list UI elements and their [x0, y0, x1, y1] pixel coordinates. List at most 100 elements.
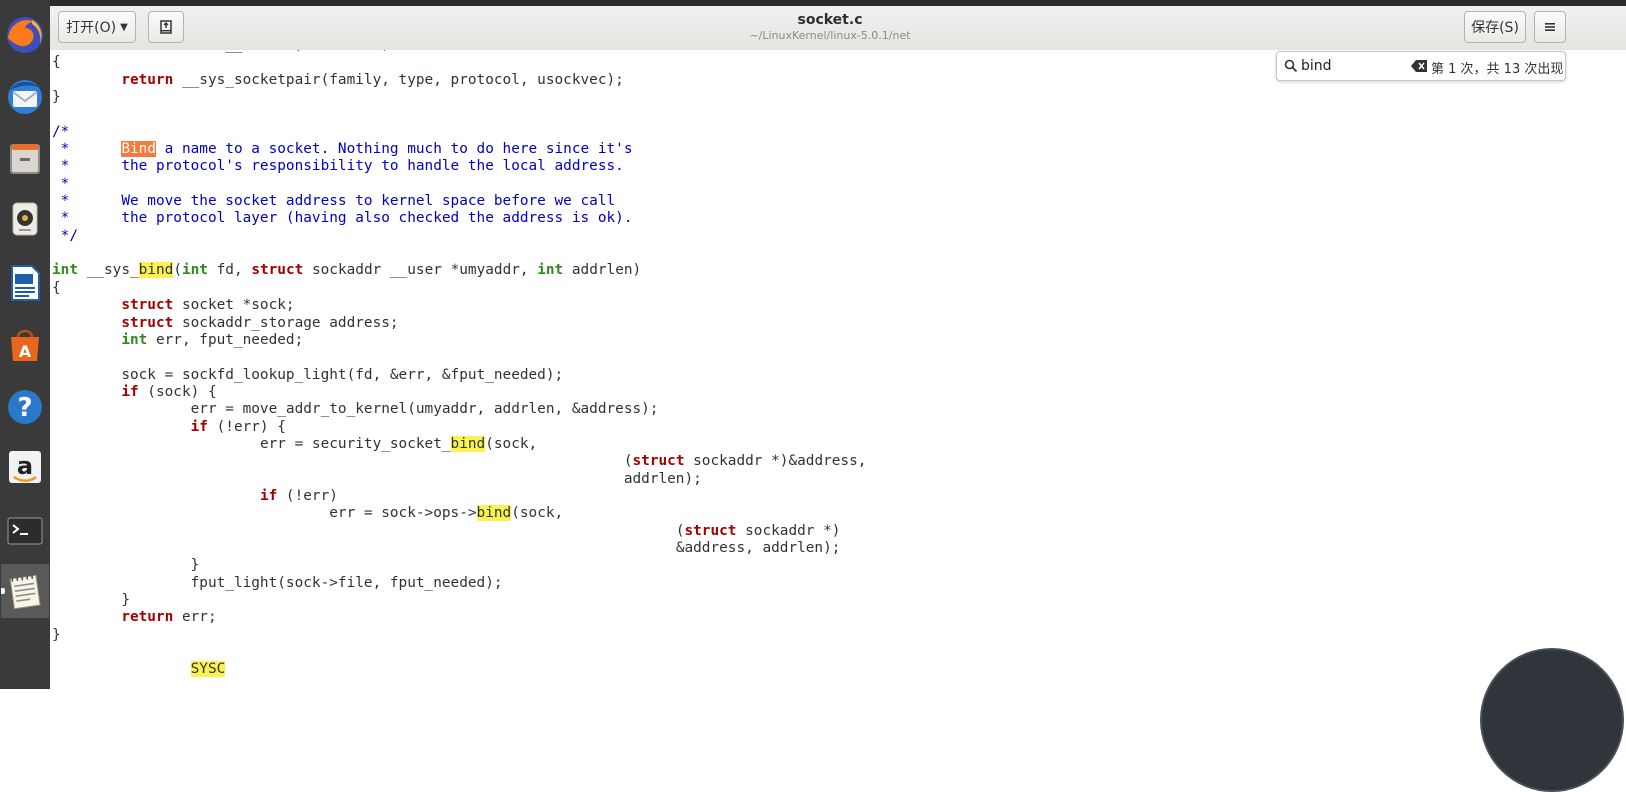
code-token: if — [259, 487, 278, 504]
amazon-icon[interactable]: a — [1, 440, 49, 494]
code-line: if (!err) — [52, 488, 866, 505]
code-line: err = move_addr_to_kernel(umyaddr, addrl… — [52, 401, 866, 418]
clear-search-icon[interactable] — [1411, 60, 1427, 72]
new-document-button[interactable] — [148, 11, 184, 43]
code-token: struct — [121, 314, 174, 331]
code-line: err = sock->ops->bind(sock, — [52, 505, 866, 522]
code-token: sockaddr *)&address, — [684, 453, 867, 470]
code-line: /* — [52, 124, 866, 141]
code-line: if (sock) { — [52, 384, 866, 401]
code-line: */ — [52, 228, 866, 245]
code-token: return — [121, 609, 174, 626]
code-token: int — [537, 262, 564, 279]
code-line: * the protocol layer (having also checke… — [52, 210, 866, 227]
code-token: * — [52, 141, 122, 158]
new-document-icon — [160, 20, 172, 34]
code-token: __user *, usockvec) — [217, 50, 390, 53]
code-line: * Bind a name to a socket. Nothing much … — [52, 141, 866, 158]
code-token: sockaddr_storage address; — [173, 314, 399, 331]
open-button[interactable]: 打开(O) ▼ — [58, 11, 136, 43]
code-token: sock = sockfd_lookup_light(fd, &err, &fp… — [52, 366, 564, 383]
software-center-icon[interactable]: A — [1, 318, 49, 372]
search-input[interactable] — [1301, 57, 1411, 75]
code-token: (sock, — [485, 435, 538, 452]
save-button[interactable]: 保存(S) — [1464, 11, 1526, 43]
code-token: (sock, — [511, 505, 564, 522]
search-icon — [1284, 59, 1298, 73]
code-line: { — [52, 54, 866, 71]
code-line: sock = sockfd_lookup_light(fd, &err, &fp… — [52, 367, 866, 384]
document-title: socket.c — [797, 12, 863, 28]
code-line: if (!err) { — [52, 419, 866, 436]
search-bar: 第 1 次，共 13 次出现 — [1276, 51, 1566, 81]
code-line: (struct sockaddr *) — [52, 523, 866, 540]
code-token: err = sock->ops-> — [52, 505, 477, 522]
hamburger-menu-icon — [1545, 23, 1555, 31]
code-line: int __sys_bind(int fd, struct sockaddr _… — [52, 262, 866, 279]
firefox-icon[interactable] — [1, 8, 49, 62]
code-token: sockaddr *) — [736, 522, 841, 539]
code-token: struct — [632, 453, 685, 470]
search-match: SYSC — [190, 661, 226, 678]
code-token: { — [52, 279, 61, 296]
help-icon[interactable]: ? — [1, 380, 49, 434]
code-token: (!err) — [277, 487, 338, 504]
svg-text:A: A — [19, 342, 32, 361]
code-token: err, fput_needed; — [147, 331, 304, 348]
code-token: (sock) { — [138, 383, 217, 400]
code-line: fput_light(sock->file, fput_needed); — [52, 575, 866, 592]
code-token: sockaddr __user *umyaddr, — [303, 262, 538, 279]
chevron-down-icon: ▼ — [120, 21, 128, 33]
code-token: } — [52, 626, 61, 643]
search-match: bind — [476, 505, 512, 522]
text-editor-icon[interactable] — [1, 564, 49, 618]
code-token: socket *sock; — [173, 297, 295, 314]
code-line: { — [52, 280, 866, 297]
code-line: * — [52, 176, 866, 193]
files-icon[interactable] — [1, 132, 49, 186]
code-token: &address, addrlen); — [52, 539, 841, 556]
svg-text:a: a — [17, 452, 33, 480]
terminal-icon[interactable] — [1, 504, 49, 558]
writer-icon[interactable] — [1, 256, 49, 310]
code-token: /* — [52, 123, 70, 140]
launcher-dock: A ? a — [0, 0, 51, 689]
save-button-label: 保存(S) — [1471, 20, 1519, 36]
code-token: { — [52, 54, 61, 71]
code-token: * We move the socket address to kernel s… — [52, 193, 616, 210]
code-token: err = security_socket_ — [52, 435, 451, 452]
code-token: __sys_socketpair(family, type, protocol,… — [173, 71, 624, 88]
code-line: return err; — [52, 609, 866, 626]
thunderbird-icon[interactable] — [1, 70, 49, 124]
code-line: struct sockaddr_storage address; — [52, 315, 866, 332]
code-line: &address, addrlen); — [52, 540, 866, 557]
code-token: } — [52, 557, 200, 574]
code-token: } — [52, 592, 130, 608]
search-match: bind — [450, 435, 486, 452]
code-token: (!err) { — [207, 418, 286, 435]
code-line: } — [52, 627, 866, 644]
rhythmbox-icon[interactable] — [1, 192, 49, 246]
search-match: Bind — [121, 141, 156, 158]
code-token: * the protocol layer (having also checke… — [52, 210, 633, 227]
code-line: return __sys_socketpair(family, type, pr… — [52, 72, 866, 89]
code-token: } — [52, 89, 61, 106]
code-text[interactable]: int __user *, usockvec) { return __sys_so… — [52, 50, 866, 679]
corner-decoration — [1480, 648, 1624, 792]
code-editor[interactable]: int __user *, usockvec) { return __sys_so… — [50, 50, 1626, 689]
code-token: return — [121, 71, 174, 88]
code-line: err = security_socket_bind(sock, — [52, 435, 866, 453]
code-line: } — [52, 557, 866, 574]
hamburger-menu-button[interactable] — [1534, 11, 1566, 43]
code-line: addrlen); — [52, 471, 866, 488]
code-token: int — [52, 262, 78, 279]
code-token: */ — [52, 227, 78, 244]
